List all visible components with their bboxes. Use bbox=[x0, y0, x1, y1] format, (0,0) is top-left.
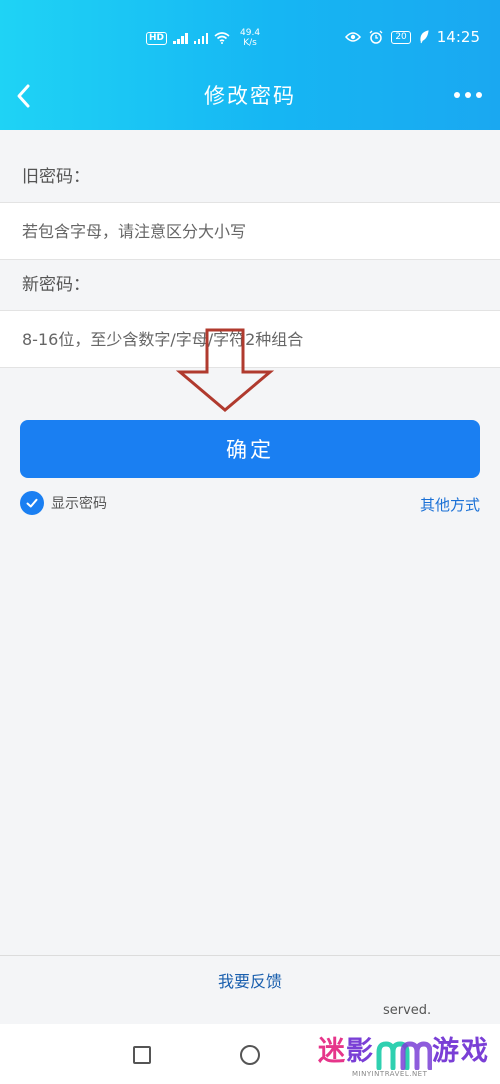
watermark-char: 迷 bbox=[318, 1036, 345, 1067]
watermark-logo: 迷 影 游 戏 MINYINTRAVEL.NET bbox=[318, 1034, 494, 1080]
network-speed: 49.4 K/s bbox=[240, 28, 260, 48]
old-password-label: 旧密码： bbox=[22, 167, 90, 187]
feedback-link[interactable]: 我要反馈 bbox=[218, 972, 282, 991]
new-password-input[interactable] bbox=[0, 311, 500, 367]
signal-icon bbox=[193, 32, 209, 44]
new-password-row bbox=[0, 310, 500, 368]
watermark-char: 游 bbox=[432, 1036, 459, 1067]
other-methods-link[interactable]: 其他方式 bbox=[420, 494, 480, 515]
old-password-row bbox=[0, 202, 500, 260]
watermark-subtext: MINYINTRAVEL.NET bbox=[352, 1070, 428, 1078]
more-button[interactable] bbox=[454, 86, 486, 104]
hd-icon: HD bbox=[146, 31, 168, 45]
show-password-checkbox[interactable]: 显示密码 bbox=[20, 490, 107, 516]
nav-bar: 修改密码 bbox=[0, 72, 500, 122]
more-dots-icon bbox=[454, 92, 460, 98]
more-dots-icon bbox=[476, 92, 482, 98]
status-right-group: 20 14:25 bbox=[345, 28, 480, 46]
confirm-button[interactable]: 确定 bbox=[20, 420, 480, 478]
show-password-label: 显示密码 bbox=[51, 496, 107, 512]
clock-time: 14:25 bbox=[436, 28, 480, 46]
status-left-group: HD 49.4 K/s bbox=[146, 28, 260, 48]
alarm-icon bbox=[369, 30, 383, 44]
network-speed-value: 49.4 bbox=[240, 28, 261, 38]
leaf-icon bbox=[420, 30, 429, 44]
old-password-input[interactable] bbox=[0, 203, 500, 259]
new-password-label: 新密码： bbox=[22, 275, 90, 295]
app-header: HD 49.4 K/s 20 14:25 修改密码 bbox=[0, 0, 500, 130]
signal-icon bbox=[173, 32, 188, 44]
wifi-icon bbox=[214, 32, 230, 44]
watermark-char: 影 bbox=[346, 1036, 373, 1067]
page-title: 修改密码 bbox=[204, 84, 296, 108]
home-button[interactable] bbox=[240, 1045, 260, 1065]
status-bar: HD 49.4 K/s 20 14:25 bbox=[0, 0, 500, 72]
more-dots-icon bbox=[465, 92, 471, 98]
checkmark-icon bbox=[20, 491, 44, 515]
served-text: served. bbox=[383, 1003, 432, 1018]
network-speed-unit: K/s bbox=[243, 38, 257, 48]
battery-icon: 20 bbox=[391, 30, 411, 44]
feedback-bar: 我要反馈 bbox=[0, 955, 500, 1007]
watermark-mm-glyph bbox=[376, 1041, 432, 1070]
eye-icon bbox=[345, 32, 362, 42]
watermark-char: 戏 bbox=[461, 1036, 488, 1067]
recent-apps-button[interactable] bbox=[133, 1046, 151, 1064]
